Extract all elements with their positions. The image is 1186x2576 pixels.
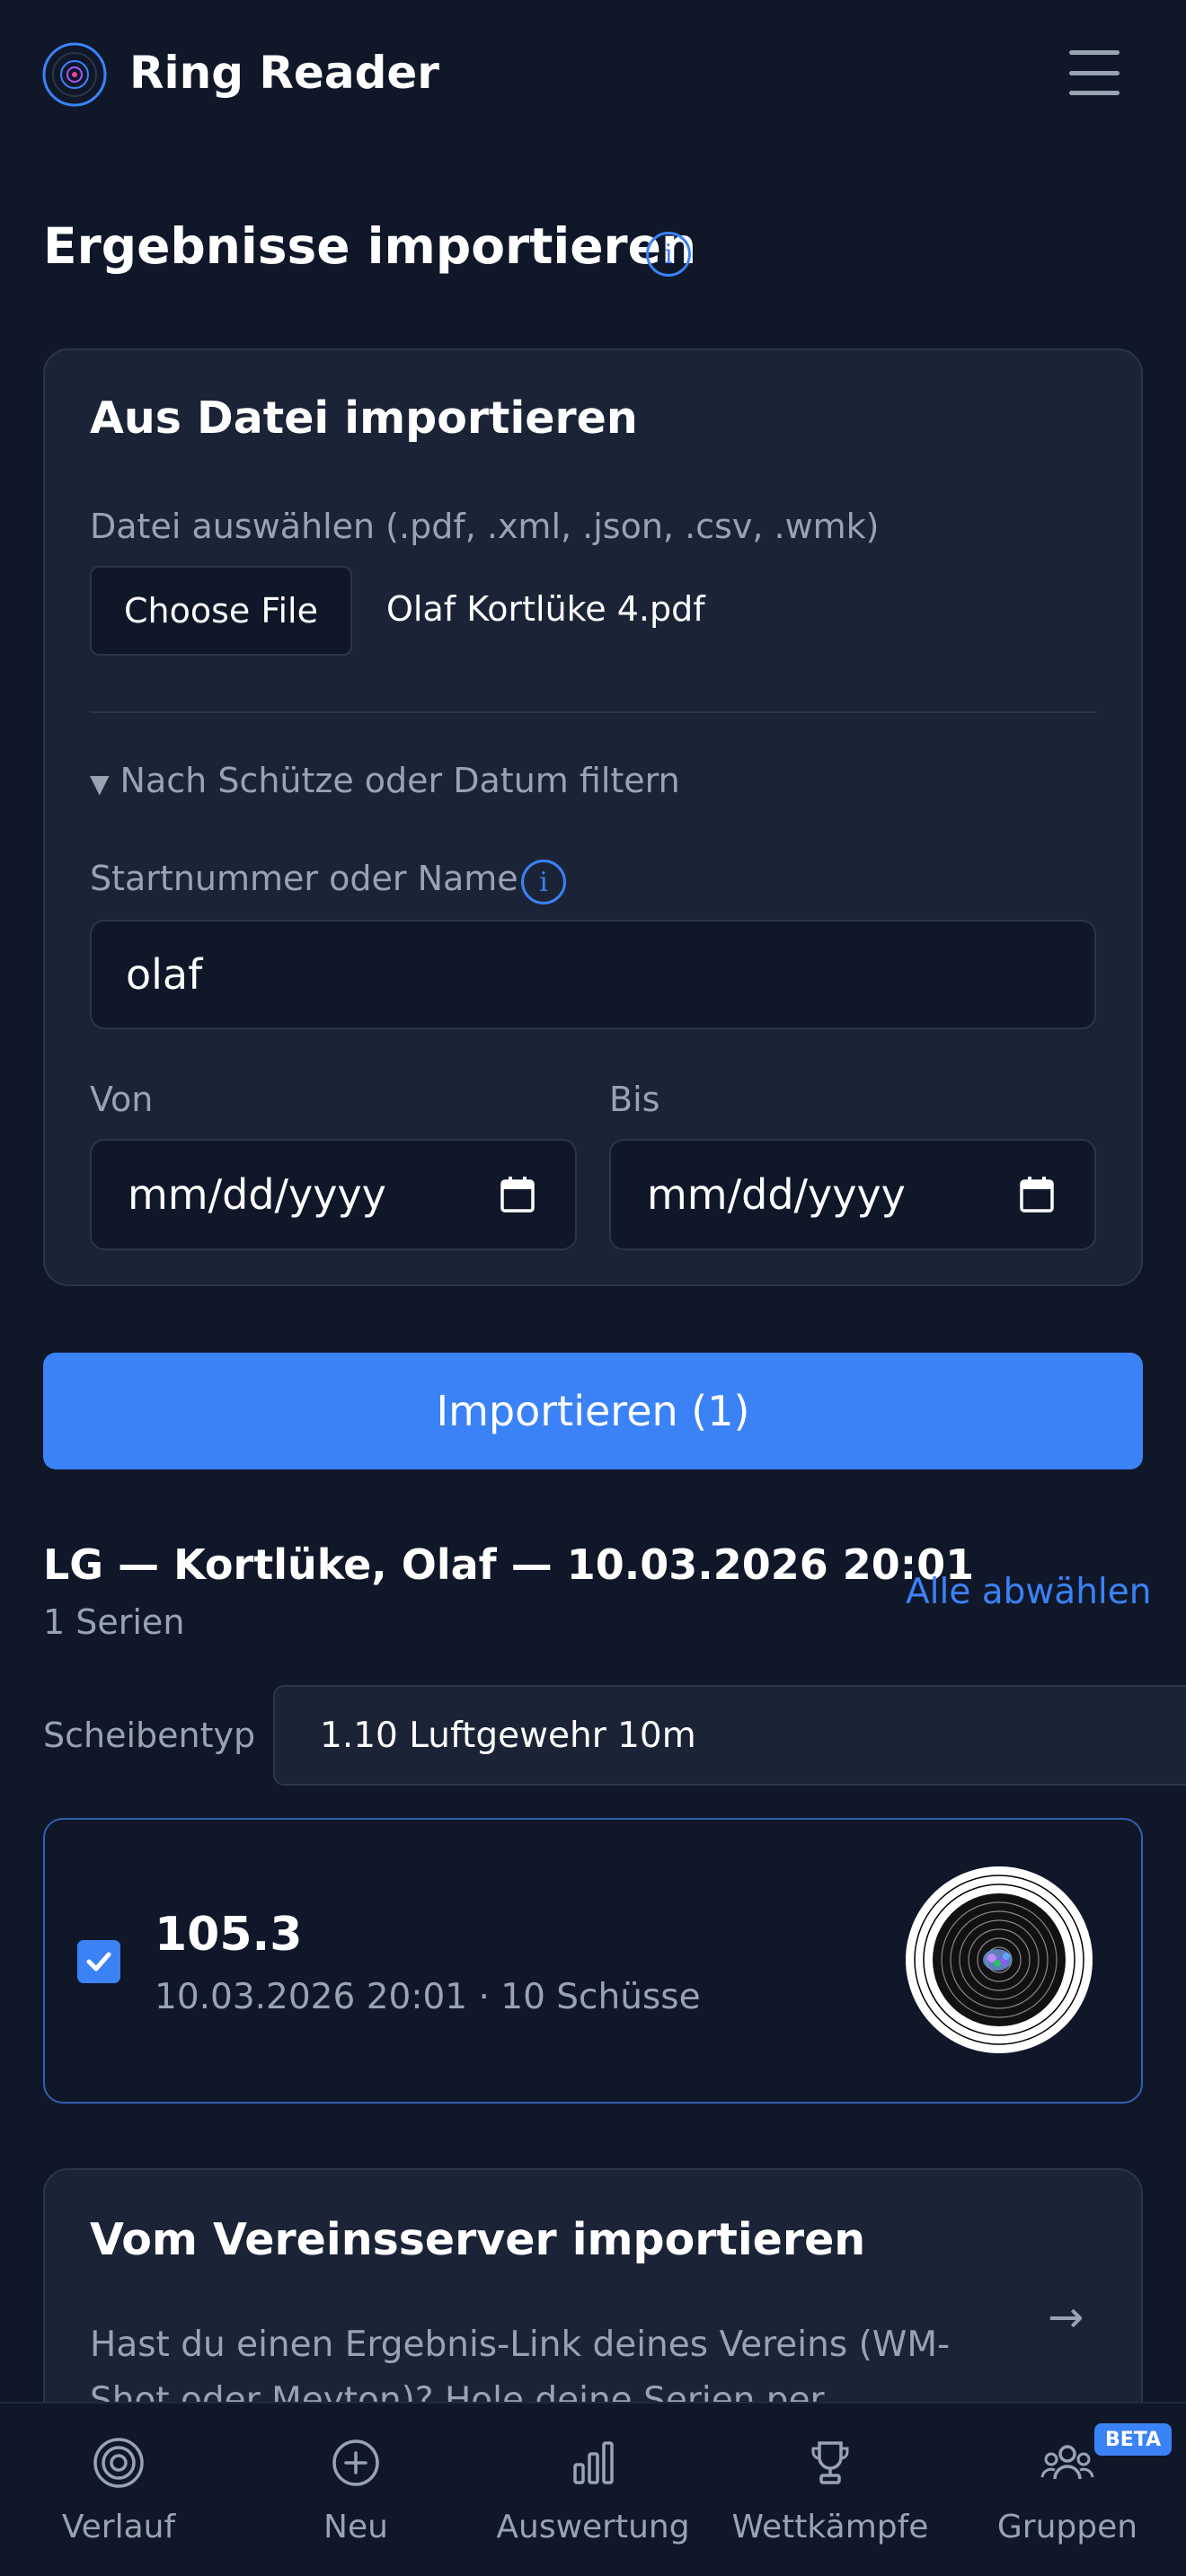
beta-badge: BETA (1094, 2423, 1173, 2456)
to-date-input[interactable]: mm/dd/yyyy (609, 1139, 1096, 1250)
nav-item-neu[interactable]: Neu (257, 2434, 455, 2549)
bar-chart-icon (573, 2441, 614, 2484)
from-date-input[interactable]: mm/dd/yyyy (90, 1139, 577, 1250)
name-field-label: Startnummer oder Name (90, 859, 518, 898)
nav-item-verlauf[interactable]: Verlauf (20, 2434, 217, 2549)
choose-file-button[interactable]: Choose File (90, 566, 352, 656)
to-date-placeholder: mm/dd/yyyy (647, 1170, 906, 1219)
nav-label: Wettkämpfe (731, 2509, 929, 2545)
app-title: Ring Reader (129, 47, 439, 99)
triangle-down-icon: ▼ (90, 769, 110, 798)
filter-toggle-label: Nach Schütze oder Datum filtern (119, 761, 680, 800)
target-preview-image (904, 1865, 1094, 2055)
deselect-all-link[interactable]: Alle abwählen (906, 1569, 1151, 1616)
series-count: 1 Serien (43, 1602, 185, 1642)
arrow-right-icon: → (1048, 2292, 1084, 2342)
file-import-title: Aus Datei importieren (90, 393, 638, 444)
nav-label: Neu (323, 2509, 388, 2545)
nav-item-wettkaempfe[interactable]: Wettkämpfe (731, 2434, 929, 2549)
name-input-value: olaf (126, 950, 203, 999)
series-checkbox[interactable] (77, 1940, 120, 1983)
hamburger-menu-icon[interactable] (1064, 45, 1125, 101)
app-logo-icon (41, 41, 108, 108)
target-icon (93, 2438, 144, 2488)
nav-label: Gruppen (996, 2509, 1138, 2545)
calendar-icon[interactable] (500, 1176, 535, 1213)
club-server-title: Vom Vereinsserver importieren (90, 2214, 866, 2265)
to-date-label: Bis (609, 1080, 660, 1119)
filter-toggle[interactable]: ▼ Nach Schütze oder Datum filtern (90, 757, 680, 807)
import-button[interactable]: Importieren (1) (43, 1353, 1143, 1469)
info-icon[interactable]: i (521, 860, 566, 904)
info-icon[interactable]: i (646, 232, 691, 277)
target-type-label: Scheibentyp (43, 1716, 256, 1755)
from-date-placeholder: mm/dd/yyyy (128, 1170, 386, 1219)
calendar-icon[interactable] (1019, 1176, 1055, 1213)
checkmark-icon (86, 1952, 111, 1972)
series-meta: 10.03.2026 20:01 · 10 Schüsse (155, 1977, 701, 2017)
page-title: Ergebnisse importieren (43, 217, 697, 275)
plus-circle-icon (332, 2439, 379, 2486)
name-input[interactable]: olaf (90, 920, 1096, 1029)
target-type-select[interactable]: 1.10 Luftgewehr 10m (273, 1685, 1186, 1786)
selected-file-name: Olaf Kortlüke 4.pdf (386, 589, 705, 629)
nav-label: Verlauf (61, 2509, 176, 2545)
series-score: 105.3 (155, 1908, 303, 1962)
nav-label: Auswertung (496, 2509, 690, 2545)
card-divider (90, 711, 1096, 713)
result-heading: LG — Kortlüke, Olaf — 10.03.2026 20:01 (43, 1540, 975, 1589)
file-select-label: Datei auswählen (.pdf, .xml, .json, .csv… (90, 507, 880, 546)
trophy-icon (811, 2441, 849, 2484)
group-icon (1040, 2445, 1094, 2480)
from-date-label: Von (90, 1080, 154, 1119)
nav-item-auswertung[interactable]: Auswertung (494, 2434, 692, 2549)
